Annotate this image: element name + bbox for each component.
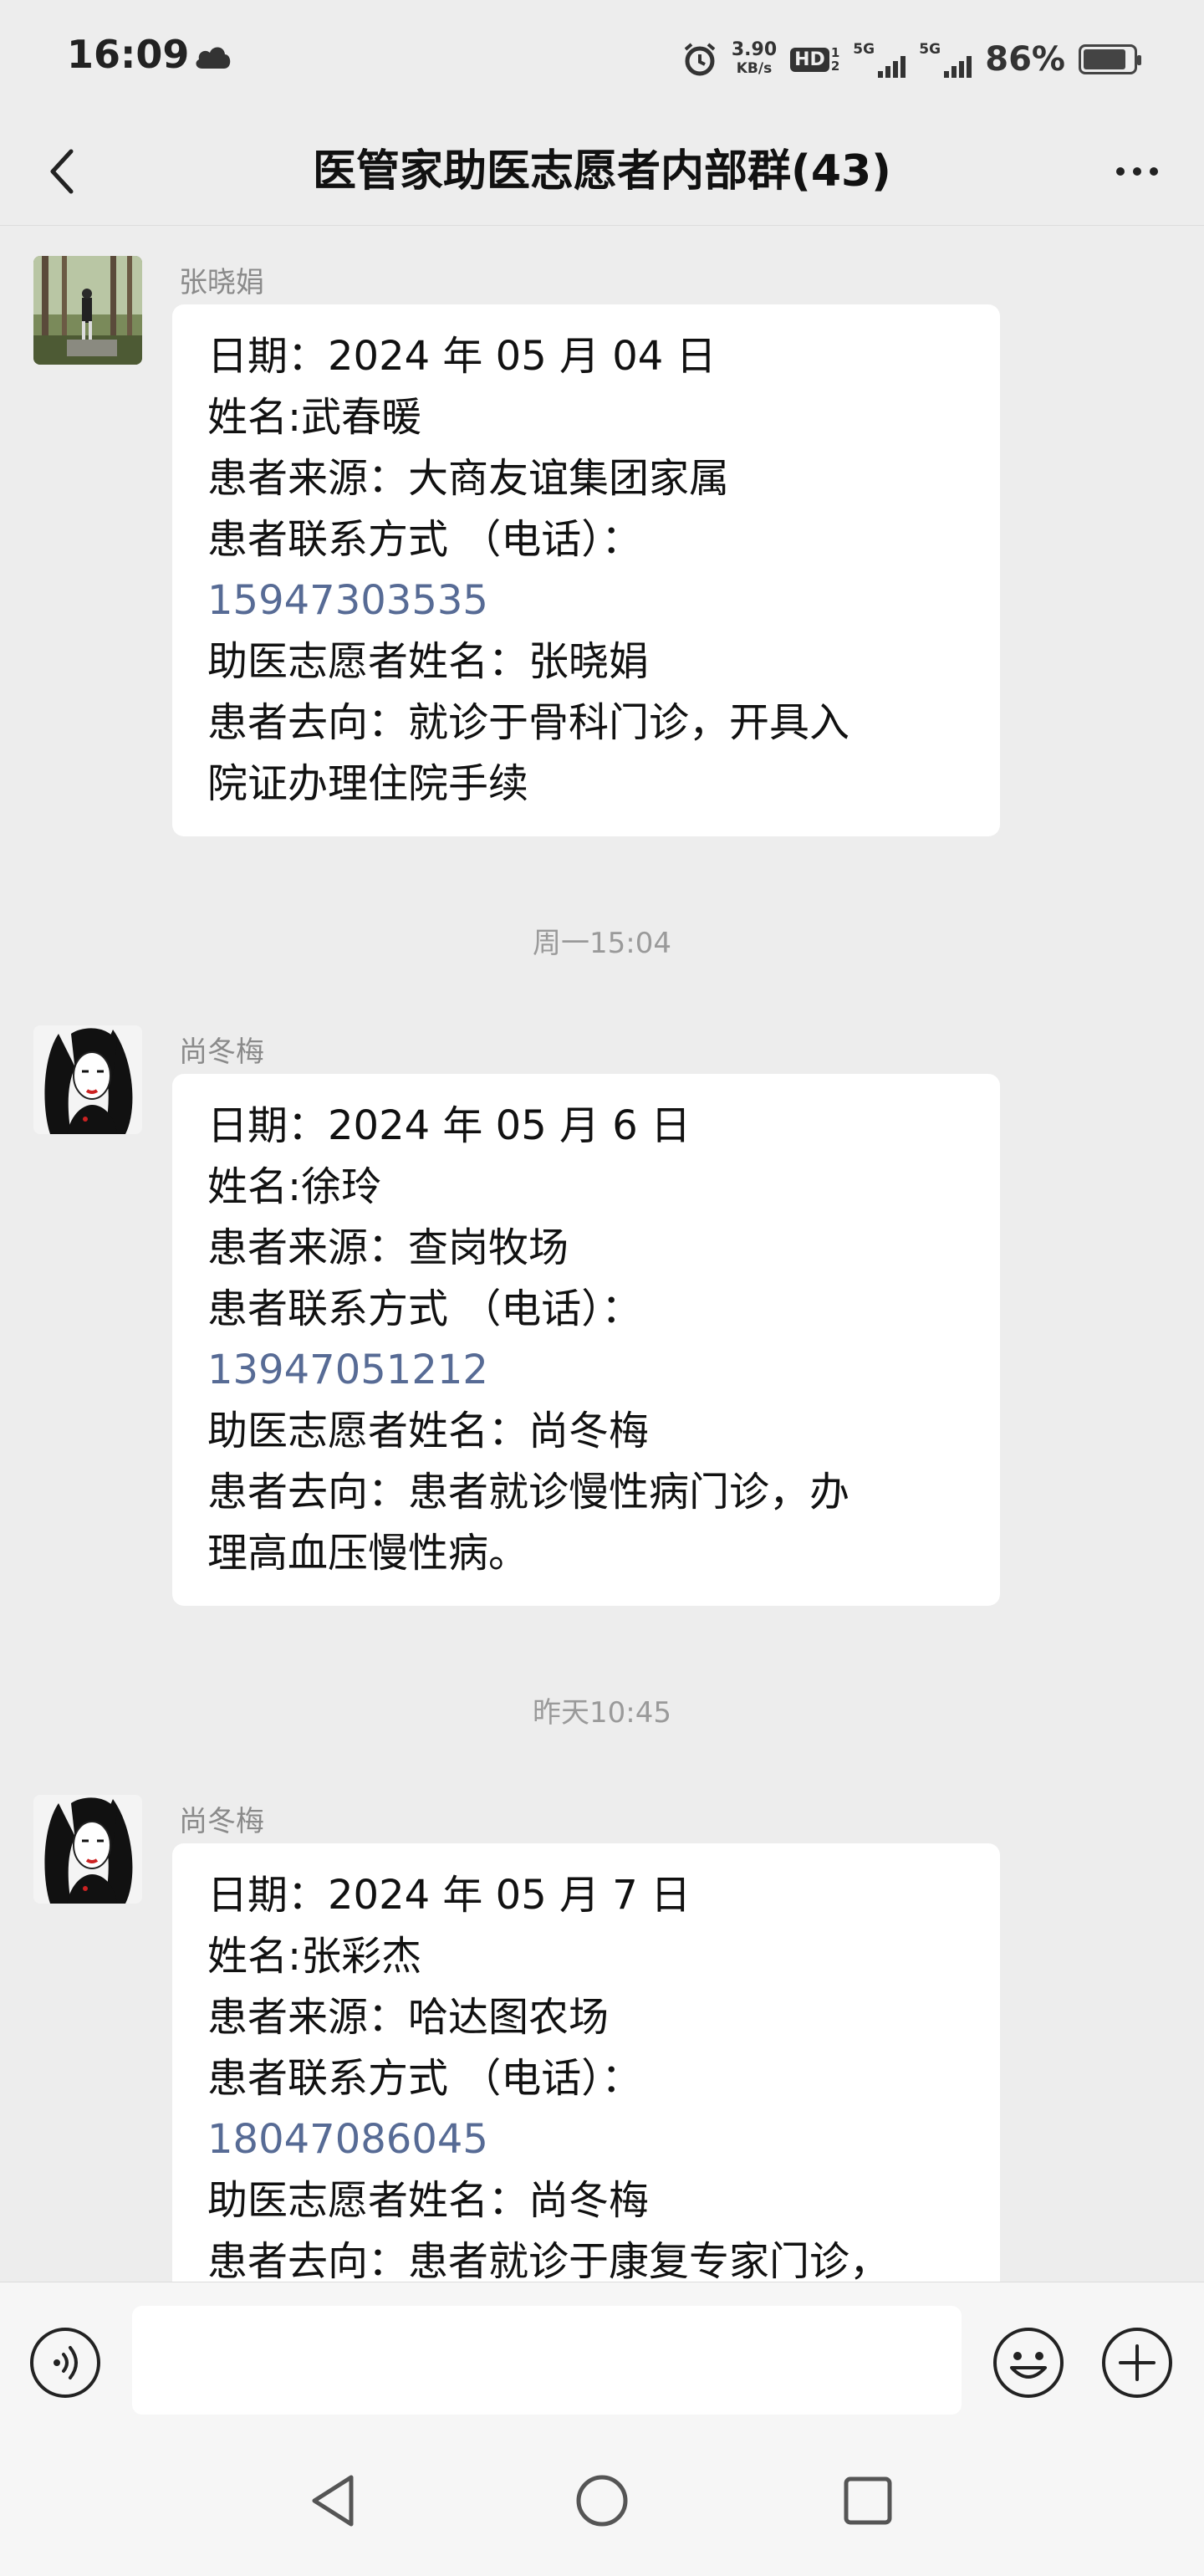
more-button[interactable]	[1104, 142, 1171, 201]
system-nav-bar	[0, 2432, 1204, 2576]
status-indicators: 3.90 KB/s HD 1 2 5G 5G 86%	[681, 30, 1141, 89]
message-line: 姓名:徐玲	[207, 1163, 382, 1210]
status-time: 16:09	[67, 32, 190, 77]
message-line: 姓名:张彩杰	[207, 1933, 422, 1980]
message-input[interactable]	[132, 2306, 962, 2415]
sender-name: 张晓娟	[179, 266, 264, 299]
hd-sub-bottom: 2	[830, 59, 840, 74]
sender-name: 尚冬梅	[179, 1035, 264, 1069]
signal-2: 5G	[919, 41, 972, 78]
battery-fill	[1084, 49, 1125, 69]
timestamp: 周一15:04	[533, 927, 671, 960]
message-line: 日期：2024 年 05 月 04 日	[207, 333, 717, 380]
more-dot	[1133, 167, 1141, 176]
message-line: 日期：2024 年 05 月 7 日	[207, 1872, 691, 1919]
message-line: 院证办理住院手续	[207, 760, 529, 807]
phone-link[interactable]: 13947051212	[207, 1340, 965, 1401]
avatar-photo-forest	[33, 256, 142, 365]
network-speed: 3.90 KB/s	[732, 41, 777, 78]
plus-icon[interactable]	[1100, 2326, 1174, 2400]
chat-title: 医管家助医志愿者内部群(43)	[313, 146, 891, 197]
message-line: 理高血压慢性病。	[207, 1530, 529, 1577]
signal-bars-icon	[878, 53, 906, 78]
message-bubble[interactable]: 日期：2024 年 05 月 6 日 姓名:徐玲 患者来源：查岗牧场 患者联系方…	[172, 1074, 1000, 1606]
status-bar: 16:09 3.90 KB/s HD 1 2 5G 5G 86%	[0, 0, 1204, 117]
hd-sub: 1 2	[831, 46, 839, 73]
signal-1: 5G	[853, 41, 906, 78]
cloud-icon	[196, 47, 231, 69]
message-bubble[interactable]: 日期：2024 年 05 月 04 日 姓名:武春暖 患者来源：大商友谊集团家属…	[172, 304, 1000, 836]
message-line: 助医志愿者姓名：张晓娟	[207, 638, 650, 685]
input-bar	[0, 2282, 1204, 2432]
battery-icon	[1079, 44, 1141, 74]
signal-2-label: 5G	[919, 41, 941, 58]
nav-home-icon[interactable]	[570, 2469, 634, 2533]
hd-label: HD	[790, 47, 829, 72]
signal-bars-icon	[944, 53, 972, 78]
emoji-icon[interactable]	[992, 2326, 1065, 2400]
battery-percent: 86%	[985, 40, 1065, 79]
message-line: 助医志愿者姓名：尚冬梅	[207, 1408, 650, 1454]
avatar-illustration-woman	[33, 1795, 142, 1904]
phone-link[interactable]: 18047086045	[207, 2109, 965, 2170]
message-line: 患者来源：哈达图农场	[207, 1994, 610, 2041]
message-line: 患者联系方式 （电话）：	[207, 516, 642, 563]
voice-icon[interactable]	[28, 2326, 102, 2400]
avatar-zhangxiaojuan[interactable]	[33, 256, 142, 365]
nav-back-icon[interactable]	[303, 2469, 366, 2533]
timestamp: 昨天10:45	[533, 1696, 671, 1730]
message-line: 日期：2024 年 05 月 6 日	[207, 1102, 691, 1149]
avatar-shangdongmei[interactable]	[33, 1795, 142, 1904]
chat-header: 医管家助医志愿者内部群(43)	[0, 117, 1204, 226]
message-line: 患者联系方式 （电话）：	[207, 1285, 642, 1332]
message-line: 助医志愿者姓名：尚冬梅	[207, 2177, 650, 2224]
signal-1-label: 5G	[853, 41, 875, 58]
nav-recent-icon[interactable]	[836, 2469, 900, 2533]
network-speed-value: 3.90	[731, 39, 778, 60]
message-line: 患者去向：就诊于骨科门诊，开具入	[207, 699, 850, 746]
more-dot	[1150, 167, 1158, 176]
more-dots-icon	[1116, 167, 1125, 176]
avatar-illustration-woman	[33, 1025, 142, 1134]
hd-badge: HD 1 2	[790, 46, 839, 73]
message-line: 患者联系方式 （电话）：	[207, 2055, 642, 2102]
message-line: 患者来源：大商友谊集团家属	[207, 455, 730, 502]
avatar-shangdongmei[interactable]	[33, 1025, 142, 1134]
message-line: 姓名:武春暖	[207, 394, 422, 441]
sender-name: 尚冬梅	[179, 1805, 264, 1838]
network-speed-unit: KB/s	[736, 60, 773, 77]
message-line: 患者来源：查岗牧场	[207, 1224, 569, 1271]
hd-sub-top: 1	[830, 45, 840, 60]
message-bubble[interactable]: 日期：2024 年 05 月 7 日 姓名:张彩杰 患者来源：哈达图农场 患者联…	[172, 1843, 1000, 2312]
phone-link[interactable]: 15947303535	[207, 570, 965, 631]
alarm-icon	[684, 43, 716, 76]
message-line: 患者去向：患者就诊慢性病门诊，办	[207, 1469, 850, 1515]
